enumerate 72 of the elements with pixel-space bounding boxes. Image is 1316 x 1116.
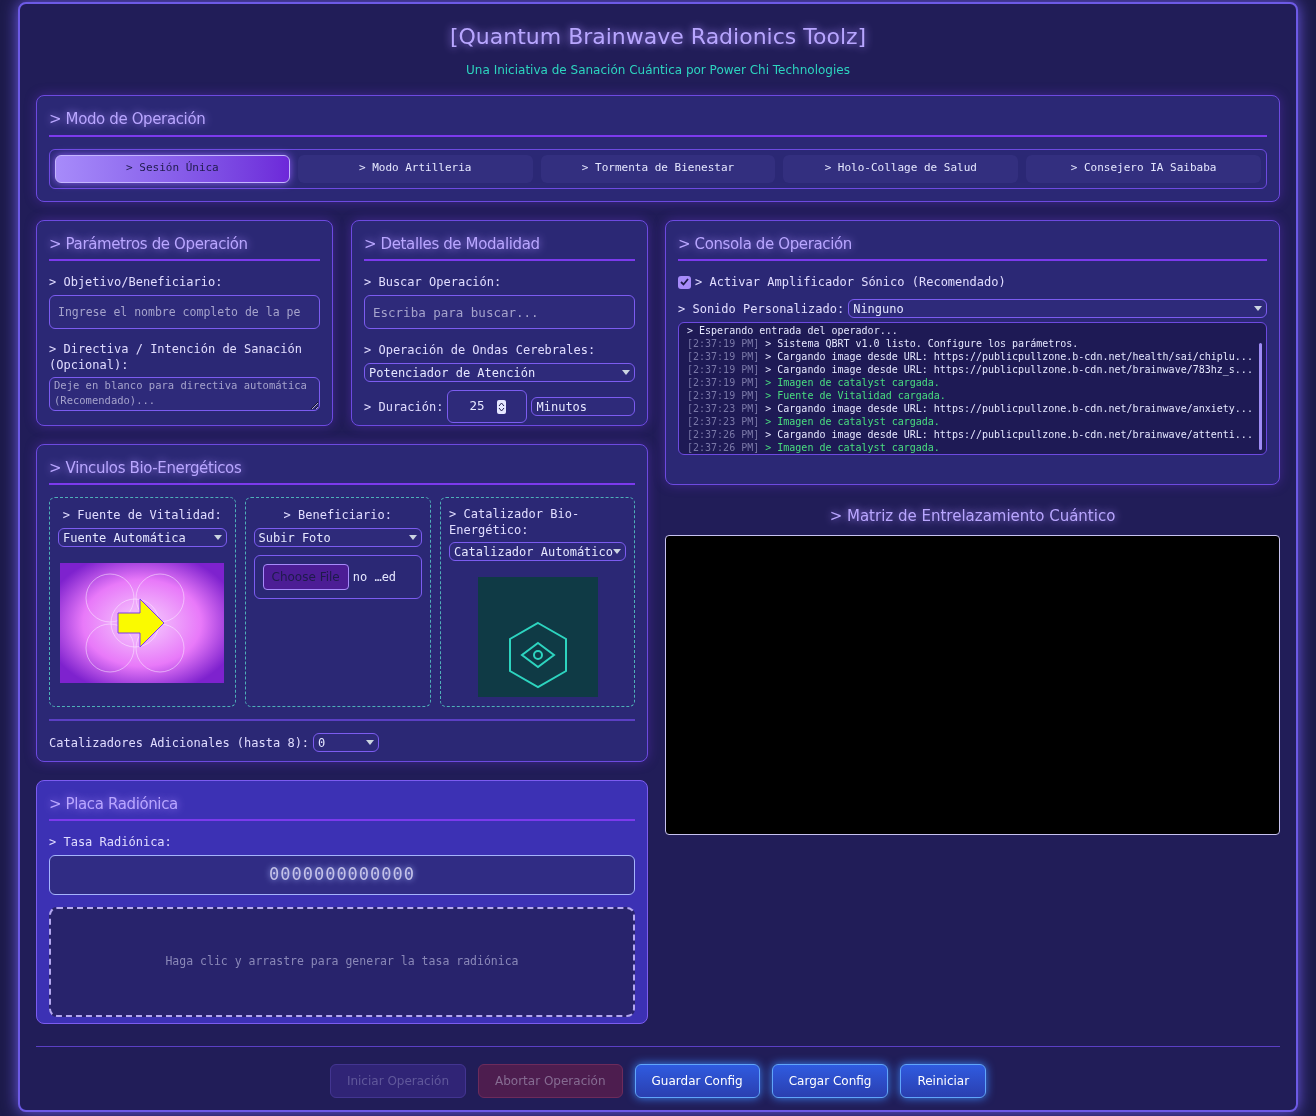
log-message: > Cargando image desde URL: https://publicpullzone.b-cdn.net/health/sai/chiplu... <box>765 350 1253 363</box>
dropdown[interactable]: Catalizador Automático <box>449 542 626 561</box>
panel-title: > Parámetros de Operación <box>49 233 249 255</box>
directive-textarea[interactable]: Deje en blanco para directiva automática (Recomendado)... <box>49 377 320 411</box>
mode-tab[interactable]: > Modo Artilleria <box>297 154 533 183</box>
stepper-icon <box>496 399 506 414</box>
log-timestamp: [2:37:19 PM] <box>687 350 760 363</box>
dropdown-caret-icon <box>613 549 621 554</box>
log-timestamp: [2:37:26 PM] <box>687 428 760 441</box>
log-message: > Fuente de Vitalidad cargada. <box>765 389 946 402</box>
field-label: > Catalizador Bio-Energético: <box>449 506 581 538</box>
panel-title: > Modo de Operación <box>49 109 207 130</box>
panel-title: > Detalles de Modalidad <box>364 233 541 255</box>
field-label: > Tasa Radiónica: <box>49 834 173 851</box>
field-label: > Beneficiario: <box>282 507 393 524</box>
check-icon <box>680 278 689 286</box>
dropdown[interactable]: Fuente Automática <box>58 528 227 547</box>
dropdown[interactable]: Subir Foto <box>253 528 423 547</box>
field-label: > Buscar Operación: <box>364 274 503 291</box>
amplifier-label: > Activar Amplificador Sónico (Recomendado) <box>695 274 1006 291</box>
field-label: > Directiva / Intención de Sanación (Opcional): <box>49 341 303 373</box>
field-label: > Objetivo/Beneficiario: <box>49 274 224 291</box>
log-timestamp: [2:37:19 PM] <box>687 389 760 402</box>
dropdown-caret-icon <box>1254 306 1262 311</box>
log-timestamp: [2:37:26 PM] <box>687 441 760 454</box>
log-timestamp: [2:37:23 PM] <box>687 415 760 428</box>
dropdown[interactable]: 0 <box>313 733 380 752</box>
panel-title: > Vinculos Bio-Energéticos <box>49 457 243 479</box>
panel-title: > Consola de Operación <box>678 233 853 255</box>
log-message: > Esperando entrada del operador... <box>687 324 898 337</box>
duration-spinner[interactable]: 25 <box>447 390 528 423</box>
target-input[interactable]: Ingrese el nombre completo de la pe <box>49 295 320 329</box>
log-timestamp: [2:37:19 PM] <box>687 337 760 350</box>
app-subtitle: Una Iniciativa de Sanación Cuántica por Power Chi Technologies <box>465 62 851 79</box>
log-message: > Imagen de catalyst cargada. <box>765 441 940 454</box>
radionic-rate-display: 0000000000000 <box>49 855 635 895</box>
dropdown-caret-icon <box>622 370 630 375</box>
dropdown-caret-icon <box>409 535 418 540</box>
matrix-title: > Matriz de Entrelazamiento Cuántico <box>828 505 1117 527</box>
log-message: > Imagen de catalyst cargada. <box>765 376 940 389</box>
action-button[interactable]: Guardar Config <box>634 1063 760 1098</box>
scrollbar-thumb[interactable] <box>1259 343 1262 450</box>
field-label: Catalizadores Adicionales (hasta 8): <box>49 734 310 752</box>
action-button[interactable]: Cargar Config <box>771 1063 889 1098</box>
field-label: > Sonido Personalizado: <box>678 300 845 318</box>
panel-title: > Placa Radiónica <box>49 793 179 815</box>
log-message: > Cargando image desde URL: https://publicpullzone.b-cdn.net/brainwave/anxiety... <box>765 402 1253 415</box>
log-timestamp: [2:37:19 PM] <box>687 376 760 389</box>
dropdown-caret-icon <box>213 535 222 540</box>
search-input[interactable]: Escriba para buscar... <box>364 295 635 329</box>
log-timestamp: [2:37:23 PM] <box>687 402 760 415</box>
radionic-drag-pad[interactable]: Haga clic y arrastre para generar la tasa radiónica <box>49 907 635 1017</box>
mode-tab[interactable]: > Sesión Única <box>55 154 290 183</box>
log-message: > Sistema QBRT v1.0 listo. Configure los parámetros. <box>765 337 1079 350</box>
log-message: > Cargando image desde URL: https://publicpullzone.b-cdn.net/brainwave/783hz_s... <box>765 363 1253 376</box>
log-message: > Cargando image desde URL: https://publicpullzone.b-cdn.net/brainwave/attenti... <box>765 428 1253 441</box>
field-label: > Operación de Ondas Cerebrales: <box>364 342 597 359</box>
mode-tab[interactable]: > Tormenta de Bienestar <box>540 154 776 183</box>
field-label: > Fuente de Vitalidad: <box>61 507 223 524</box>
mode-tab[interactable]: > Holo-Collage de Salud <box>783 154 1019 183</box>
dropdown-caret-icon <box>366 740 375 745</box>
file-status: no …ed <box>352 569 397 586</box>
dropdown[interactable]: Potenciador de Atención <box>364 363 635 382</box>
field-label: > Duración: <box>364 398 444 416</box>
duration-unit-field[interactable]: Minutos <box>531 397 635 416</box>
app-title: [Quantum Brainwave Radionics Toolz] <box>448 23 868 51</box>
action-button[interactable]: Reiniciar <box>900 1063 987 1098</box>
dropdown[interactable]: Ninguno <box>848 299 1267 318</box>
log-message: > Imagen de catalyst cargada. <box>765 415 940 428</box>
log-timestamp: [2:37:19 PM] <box>687 363 760 376</box>
mode-tab[interactable]: > Consejero IA Saibaba <box>1026 154 1261 183</box>
amplifier-checkbox[interactable] <box>678 275 691 289</box>
